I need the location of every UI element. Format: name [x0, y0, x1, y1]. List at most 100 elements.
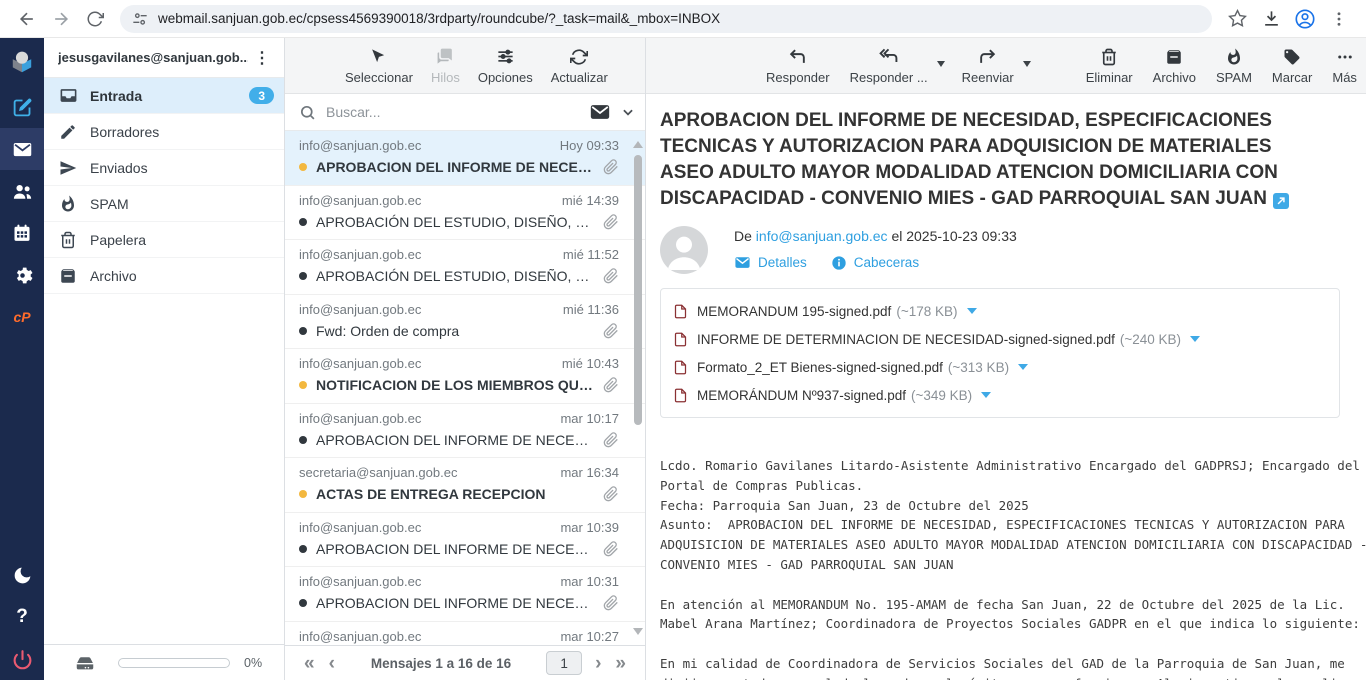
roundcube-logo-icon[interactable]: [0, 38, 44, 86]
browser-forward-icon[interactable]: [44, 2, 78, 36]
settings-task-button[interactable]: [0, 254, 44, 296]
message-list-item[interactable]: info@sanjuan.gob.ecmar 10:27: [285, 622, 645, 646]
sidebar-item-spam[interactable]: SPAM: [44, 186, 284, 222]
sidebar-item-archive[interactable]: Archivo: [44, 258, 284, 294]
page-number-input[interactable]: [546, 651, 582, 675]
attachment-name[interactable]: INFORME DE DETERMINACION DE NECESIDAD-si…: [697, 332, 1115, 347]
headers-link[interactable]: Cabeceras: [831, 255, 919, 271]
attachment-item[interactable]: Formato_2_ET Bienes-signed-signed.pdf (~…: [673, 353, 1327, 381]
search-scope-mail-icon[interactable]: [589, 101, 611, 123]
message-list-item[interactable]: info@sanjuan.gob.ecHoy 09:33 APROBACION …: [285, 131, 645, 186]
attachment-item[interactable]: MEMORANDUM 195-signed.pdf (~178 KB): [673, 297, 1327, 325]
delete-button[interactable]: Eliminar: [1081, 47, 1138, 85]
spam-button[interactable]: SPAM: [1211, 47, 1257, 85]
url-text[interactable]: webmail.sanjuan.gob.ec/cpsess4569390018/…: [158, 11, 720, 26]
delete-label: Eliminar: [1086, 70, 1133, 85]
message-list-item[interactable]: info@sanjuan.gob.ecmié 14:39 APROBACIÓN …: [285, 186, 645, 241]
address-bar[interactable]: webmail.sanjuan.gob.ec/cpsess4569390018/…: [120, 5, 1212, 33]
folder-label: Papelera: [90, 232, 146, 248]
search-options-chevron-icon[interactable]: [621, 105, 635, 119]
pagination-bar: « ‹ Mensajes 1 a 16 de 16 › »: [285, 645, 645, 680]
sender-email-link[interactable]: info@sanjuan.gob.ec: [756, 228, 888, 244]
list-scrollbar[interactable]: [633, 141, 643, 635]
refresh-button[interactable]: Actualizar: [546, 47, 613, 85]
attachment-item[interactable]: MEMORÁNDUM Nº937-signed.pdf (~349 KB): [673, 381, 1327, 409]
forward-button[interactable]: Reenviar: [957, 47, 1019, 85]
dark-mode-toggle[interactable]: [0, 554, 44, 596]
message-list-item[interactable]: info@sanjuan.gob.ecmar 10:17 APROBACION …: [285, 404, 645, 459]
attachment-menu-icon[interactable]: [967, 308, 977, 314]
profile-icon[interactable]: [1288, 2, 1322, 36]
read-dot-icon: [299, 218, 307, 226]
logout-button[interactable]: [0, 638, 44, 680]
attachment-menu-icon[interactable]: [1190, 336, 1200, 342]
previous-page-button[interactable]: ‹: [322, 654, 342, 673]
attachment-menu-icon[interactable]: [981, 392, 991, 398]
details-link[interactable]: Detalles: [734, 254, 807, 271]
scroll-up-arrow-icon[interactable]: [633, 141, 643, 148]
message-date: mar 10:17: [560, 411, 619, 426]
compose-button[interactable]: [0, 86, 44, 128]
message-rows: info@sanjuan.gob.ecHoy 09:33 APROBACION …: [285, 131, 645, 645]
more-label: Más: [1332, 70, 1357, 85]
attachment-paperclip-icon: [603, 541, 619, 557]
last-page-button[interactable]: »: [608, 654, 633, 673]
select-button[interactable]: Seleccionar: [340, 47, 418, 85]
message-list-item[interactable]: secretaria@sanjuan.gob.ecmar 16:34 ACTAS…: [285, 458, 645, 513]
attachment-item[interactable]: INFORME DE DETERMINACION DE NECESIDAD-si…: [673, 325, 1327, 353]
cpanel-logo-icon[interactable]: cP: [0, 296, 44, 338]
archive-button[interactable]: Archivo: [1148, 47, 1201, 85]
attachment-size: (~178 KB): [896, 304, 957, 319]
attachment-name[interactable]: MEMORÁNDUM Nº937-signed.pdf: [697, 388, 906, 403]
browser-back-icon[interactable]: [10, 2, 44, 36]
reply-button[interactable]: Responder: [761, 47, 835, 85]
message-list-item[interactable]: info@sanjuan.gob.ecmié 11:52 APROBACIÓN …: [285, 240, 645, 295]
mail-task-button[interactable]: [0, 128, 44, 170]
message-list-item[interactable]: info@sanjuan.gob.ecmar 10:39 APROBACION …: [285, 513, 645, 568]
forward-dropdown-icon[interactable]: [1023, 61, 1031, 67]
search-input[interactable]: [326, 104, 589, 120]
sidebar-item-drafts[interactable]: Borradores: [44, 114, 284, 150]
attachment-menu-icon[interactable]: [1018, 364, 1028, 370]
forward-label: Reenviar: [962, 70, 1014, 85]
forward-icon: [978, 47, 997, 67]
browser-reload-icon[interactable]: [78, 2, 112, 36]
folder-label: Enviados: [90, 160, 148, 176]
more-button[interactable]: Más: [1327, 47, 1362, 85]
unread-dot-icon: [299, 381, 307, 389]
message-list-item[interactable]: info@sanjuan.gob.ecmié 10:43 NOTIFICACIO…: [285, 349, 645, 404]
attachment-name[interactable]: MEMORANDUM 195-signed.pdf: [697, 304, 891, 319]
message-toolbar: Responder Responder ...: [646, 38, 1366, 94]
browser-menu-icon[interactable]: [1322, 2, 1356, 36]
attachment-name[interactable]: Formato_2_ET Bienes-signed-signed.pdf: [697, 360, 943, 375]
help-button[interactable]: ?: [0, 596, 44, 638]
archive-icon: [58, 266, 78, 286]
mark-button[interactable]: Marcar: [1267, 47, 1317, 85]
attachment-size: (~240 KB): [1120, 332, 1181, 347]
account-header: jesusgavilanes@sanjuan.gob.... ⋮: [44, 38, 284, 78]
sidebar-item-inbox[interactable]: Entrada 3: [44, 78, 284, 114]
download-icon[interactable]: [1254, 2, 1288, 36]
contacts-task-button[interactable]: [0, 170, 44, 212]
sidebar-item-trash[interactable]: Papelera: [44, 222, 284, 258]
calendar-task-button[interactable]: [0, 212, 44, 254]
message-list-item[interactable]: info@sanjuan.gob.ecmié 11:36 Fwd: Orden …: [285, 295, 645, 350]
attachment-size: (~349 KB): [911, 388, 972, 403]
message-list-item[interactable]: info@sanjuan.gob.ecmar 10:31 APROBACION …: [285, 567, 645, 622]
options-button[interactable]: Opciones: [473, 47, 538, 85]
next-page-button[interactable]: ›: [588, 654, 608, 673]
open-in-new-window-icon[interactable]: [1273, 193, 1289, 209]
threads-button[interactable]: Hilos: [426, 47, 465, 85]
reply-all-dropdown-icon[interactable]: [937, 61, 945, 67]
details-label: Detalles: [758, 255, 807, 270]
list-scrollbar-thumb[interactable]: [634, 155, 642, 425]
folder-label: Borradores: [90, 124, 159, 140]
account-menu-icon[interactable]: ⋮: [248, 48, 276, 68]
site-controls-icon[interactable]: [132, 11, 148, 27]
bookmark-star-icon[interactable]: [1220, 2, 1254, 36]
first-page-button[interactable]: «: [297, 654, 322, 673]
scroll-down-arrow-icon[interactable]: [633, 628, 643, 635]
screen: webmail.sanjuan.gob.ec/cpsess4569390018/…: [0, 0, 1366, 680]
sidebar-item-sent[interactable]: Enviados: [44, 150, 284, 186]
reply-all-button[interactable]: Responder ...: [845, 47, 933, 85]
